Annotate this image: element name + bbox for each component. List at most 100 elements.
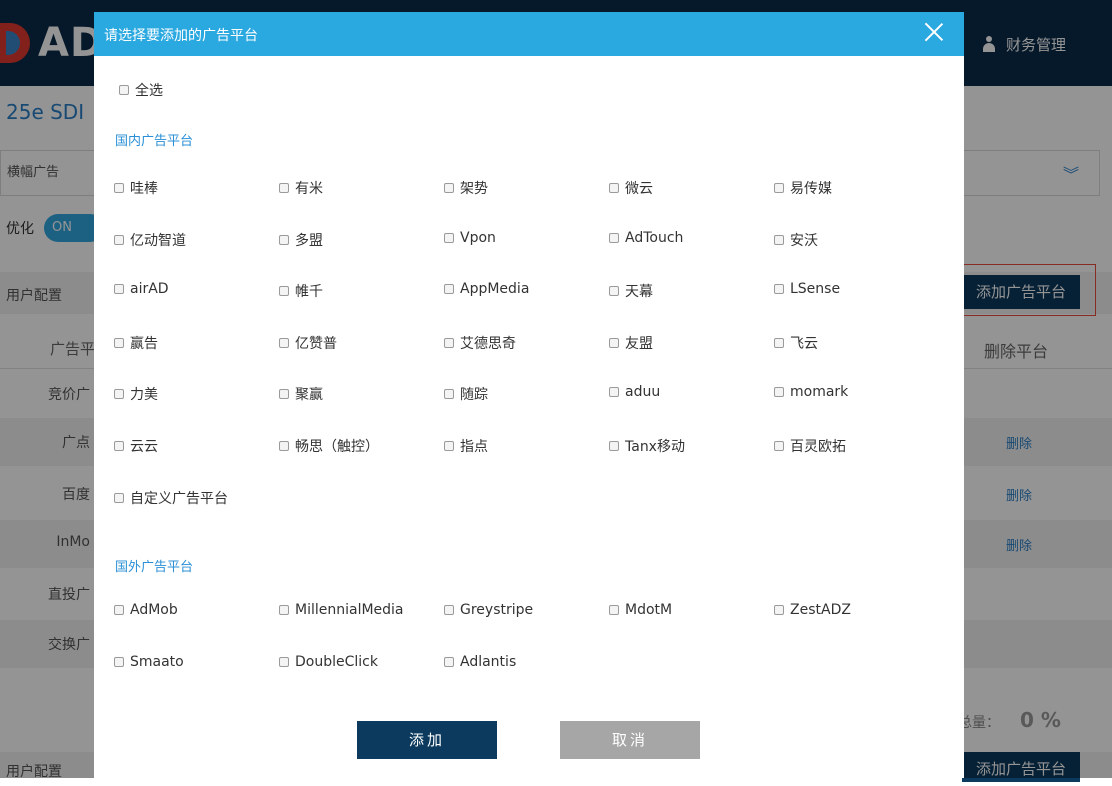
platform-checkbox[interactable]: Vpon (444, 230, 496, 246)
checkbox-box[interactable] (774, 183, 784, 193)
platform-checkbox[interactable]: AppMedia (444, 281, 529, 297)
platform-checkbox[interactable]: MillennialMedia (279, 602, 404, 618)
platform-checkbox[interactable]: 力美 (114, 384, 158, 404)
checkbox-box[interactable] (114, 284, 124, 295)
checkbox-label: 哇棒 (130, 181, 158, 197)
platform-checkbox[interactable]: 畅思（触控） (279, 436, 379, 456)
checkbox-box[interactable] (279, 234, 289, 245)
checkbox-box[interactable] (114, 337, 124, 348)
close-icon[interactable] (924, 22, 944, 42)
checkbox-label: MillennialMedia (295, 602, 404, 618)
platform-checkbox[interactable]: AdTouch (609, 230, 683, 246)
checkbox-label: 自定义广告平台 (130, 490, 228, 507)
checkbox-box[interactable] (279, 441, 289, 451)
add-platform-dialog: 请选择要添加的广告平台 全选 国内广告平台 哇棒 有米 架势 微云 易传媒 亿动智道 多盟 V… (94, 12, 964, 778)
checkbox-box[interactable] (114, 389, 124, 400)
checkbox-box[interactable] (444, 232, 454, 243)
platform-checkbox[interactable]: 微云 (609, 178, 653, 198)
checkbox-box[interactable] (114, 657, 124, 667)
platform-checkbox[interactable]: airAD (114, 281, 169, 297)
dialog-header: 请选择要添加的广告平台 (94, 12, 964, 56)
checkbox-label: airAD (130, 281, 169, 298)
checkbox-box[interactable] (279, 389, 289, 400)
checkbox-box[interactable] (774, 284, 784, 295)
platform-checkbox[interactable]: DoubleClick (279, 654, 378, 670)
platform-checkbox[interactable]: 友盟 (609, 333, 653, 353)
platform-checkbox[interactable]: ZestADZ (774, 602, 851, 618)
platform-checkbox[interactable]: 易传媒 (774, 178, 832, 198)
platform-checkbox[interactable]: Adlantis (444, 654, 516, 670)
platform-checkbox[interactable]: 百灵欧拓 (774, 436, 846, 456)
checkbox-box[interactable] (114, 492, 124, 503)
checkbox-box[interactable] (114, 183, 124, 193)
checkbox-label: aduu (625, 384, 661, 401)
platform-checkbox[interactable]: 哇棒 (114, 178, 158, 198)
checkbox-box[interactable] (279, 605, 289, 615)
checkbox-label: Greystripe (460, 602, 534, 618)
add-button[interactable]: 添加 (357, 721, 497, 759)
select-all-checkbox[interactable]: 全选 (119, 80, 163, 100)
checkbox-box[interactable] (609, 605, 619, 615)
platform-checkbox[interactable]: 指点 (444, 436, 488, 456)
checkbox-box[interactable] (609, 387, 619, 398)
checkbox-label: ZestADZ (790, 602, 851, 618)
checkbox-box[interactable] (119, 85, 129, 95)
platform-checkbox[interactable]: 赢告 (114, 333, 158, 353)
checkbox-box[interactable] (774, 605, 784, 615)
cancel-button[interactable]: 取消 (560, 721, 700, 759)
platform-checkbox[interactable]: aduu (609, 384, 660, 400)
platform-checkbox[interactable]: momark (774, 384, 848, 400)
checkbox-box[interactable] (609, 232, 619, 243)
platform-checkbox[interactable]: 亿赞普 (279, 333, 337, 353)
platform-checkbox[interactable]: Smaato (114, 654, 184, 670)
platform-checkbox[interactable]: 自定义广告平台 (114, 488, 228, 508)
checkbox-box[interactable] (444, 441, 454, 451)
checkbox-box[interactable] (444, 657, 454, 667)
platform-checkbox[interactable]: AdMob (114, 602, 178, 618)
checkbox-box[interactable] (279, 286, 289, 297)
checkbox-label: 百灵欧拓 (790, 439, 846, 455)
platform-checkbox[interactable]: Tanx移动 (609, 436, 685, 456)
platform-checkbox[interactable]: 安沃 (774, 230, 818, 250)
platform-checkbox[interactable]: 多盟 (279, 230, 323, 250)
checkbox-box[interactable] (279, 657, 289, 667)
platform-checkbox[interactable]: 飞云 (774, 333, 818, 353)
checkbox-label: AppMedia (460, 281, 530, 298)
checkbox-label: 友盟 (625, 335, 653, 352)
checkbox-box[interactable] (114, 605, 124, 615)
checkbox-box[interactable] (444, 337, 454, 348)
checkbox-box[interactable] (774, 234, 784, 245)
checkbox-box[interactable] (279, 337, 289, 348)
platform-checkbox[interactable]: 云云 (114, 436, 158, 456)
platform-checkbox[interactable]: 天幕 (609, 281, 653, 301)
checkbox-box[interactable] (774, 387, 784, 398)
platform-checkbox[interactable]: 帷千 (279, 281, 323, 301)
checkbox-box[interactable] (114, 441, 124, 451)
checkbox-box[interactable] (444, 605, 454, 615)
checkbox-label: 多盟 (295, 232, 323, 249)
checkbox-label: 艾德思奇 (460, 335, 516, 352)
platform-checkbox[interactable]: 随踪 (444, 384, 488, 404)
platform-checkbox[interactable]: 艾德思奇 (444, 333, 516, 353)
checkbox-box[interactable] (774, 441, 784, 451)
platform-checkbox[interactable]: 有米 (279, 178, 323, 198)
checkbox-box[interactable] (114, 234, 124, 245)
platform-checkbox[interactable]: 亿动智道 (114, 230, 186, 250)
checkbox-label: AdMob (130, 602, 178, 618)
checkbox-box[interactable] (609, 441, 619, 451)
checkbox-box[interactable] (609, 337, 619, 348)
checkbox-box[interactable] (444, 284, 454, 295)
checkbox-box[interactable] (444, 183, 454, 193)
checkbox-box[interactable] (609, 286, 619, 297)
checkbox-box[interactable] (279, 183, 289, 193)
checkbox-box[interactable] (774, 337, 784, 348)
platform-checkbox[interactable]: LSense (774, 281, 840, 297)
checkbox-box[interactable] (444, 389, 454, 400)
platform-checkbox[interactable]: 聚赢 (279, 384, 323, 404)
platform-checkbox[interactable]: Greystripe (444, 602, 533, 618)
platform-checkbox[interactable]: 架势 (444, 178, 488, 198)
checkbox-box[interactable] (609, 183, 619, 193)
checkbox-label: 指点 (460, 439, 488, 455)
checkbox-label: 畅思（触控） (295, 439, 379, 455)
platform-checkbox[interactable]: MdotM (609, 602, 672, 618)
